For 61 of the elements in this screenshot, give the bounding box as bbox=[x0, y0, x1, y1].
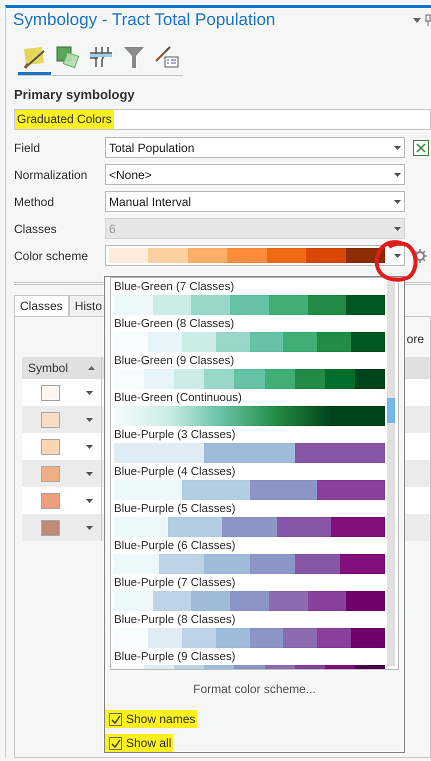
symbol-swatch[interactable] bbox=[41, 466, 60, 482]
scheme-name[interactable]: Blue-Green (8 Classes) bbox=[114, 316, 385, 332]
caret-icon bbox=[394, 226, 401, 230]
caret-icon bbox=[86, 444, 93, 448]
caret-icon bbox=[86, 418, 93, 422]
overlapping-squares-icon bbox=[54, 44, 80, 68]
scheme-name[interactable]: Blue-Purple (3 Classes) bbox=[114, 427, 385, 443]
renderer-value: Graduated Colors bbox=[15, 110, 114, 129]
renderer-field[interactable]: Graduated Colors bbox=[14, 109, 431, 130]
caret-icon bbox=[86, 390, 93, 394]
caret-icon bbox=[394, 254, 401, 258]
caret-icon bbox=[86, 498, 93, 502]
pin-icon[interactable] bbox=[425, 14, 431, 26]
sort-arrow-icon bbox=[88, 366, 95, 370]
panel-title: Symbology - Tract Total Population bbox=[13, 9, 276, 31]
color-scheme-field[interactable] bbox=[105, 245, 405, 266]
symbol-swatch[interactable] bbox=[41, 412, 60, 428]
field-label: Classes bbox=[14, 220, 58, 238]
scheme-name[interactable]: Blue-Green (7 Classes) bbox=[114, 279, 385, 295]
option-checkbox[interactable]: Show all bbox=[105, 734, 174, 752]
check-icon bbox=[110, 714, 120, 724]
section-title: Primary symbology bbox=[14, 87, 136, 103]
symbol-swatch[interactable] bbox=[41, 384, 60, 400]
x-icon bbox=[416, 142, 426, 152]
dropdown-field[interactable]: <None> bbox=[105, 164, 405, 185]
scheme-name[interactable]: Blue-Purple (6 Classes) bbox=[114, 538, 385, 554]
scheme-name[interactable]: Blue-Green (Continuous) bbox=[114, 390, 385, 406]
dropdown-field[interactable]: Manual Interval bbox=[105, 191, 405, 212]
caret-icon bbox=[86, 472, 93, 476]
check-icon bbox=[110, 738, 120, 748]
scheme-name[interactable]: Blue-Purple (5 Classes) bbox=[114, 501, 385, 517]
field-label: Field bbox=[14, 140, 42, 156]
field-label: Normalization bbox=[14, 166, 88, 184]
scheme-name[interactable]: Blue-Purple (4 Classes) bbox=[114, 464, 385, 480]
checkbox[interactable] bbox=[109, 736, 122, 750]
options-caret-icon[interactable] bbox=[413, 18, 421, 22]
paint-brush-icon bbox=[22, 44, 48, 68]
option-checkbox[interactable]: Show names bbox=[105, 710, 198, 728]
scheme-name[interactable]: Blue-Green (9 Classes) bbox=[114, 353, 385, 369]
dropdown-field[interactable]: Total Population bbox=[105, 137, 405, 158]
symbol-swatch[interactable] bbox=[41, 520, 60, 536]
brush-list-icon bbox=[154, 44, 180, 68]
gear-icon[interactable] bbox=[413, 248, 427, 262]
grid-lines-icon bbox=[88, 44, 114, 68]
more-label[interactable]: ore bbox=[406, 330, 424, 348]
checkbox[interactable] bbox=[109, 712, 122, 726]
expression-button[interactable] bbox=[413, 140, 429, 156]
caret-icon bbox=[394, 146, 401, 150]
field-label: Color scheme bbox=[14, 248, 90, 264]
field-label: Method bbox=[14, 194, 56, 210]
filter-icon bbox=[122, 44, 144, 68]
panel-tab[interactable]: Classes bbox=[14, 295, 69, 317]
symbol-swatch[interactable] bbox=[41, 492, 60, 508]
scheme-name[interactable]: Blue-Purple (7 Classes) bbox=[114, 575, 385, 591]
format-color-scheme-link[interactable]: Format color scheme... bbox=[193, 680, 316, 698]
scheme-name[interactable]: Blue-Purple (9 Classes) bbox=[114, 649, 385, 665]
scheme-name[interactable]: Blue-Purple (8 Classes) bbox=[114, 612, 385, 628]
caret-icon bbox=[394, 172, 401, 176]
caret-icon bbox=[86, 526, 93, 530]
symbol-swatch[interactable] bbox=[41, 438, 60, 454]
caret-icon bbox=[394, 200, 401, 204]
